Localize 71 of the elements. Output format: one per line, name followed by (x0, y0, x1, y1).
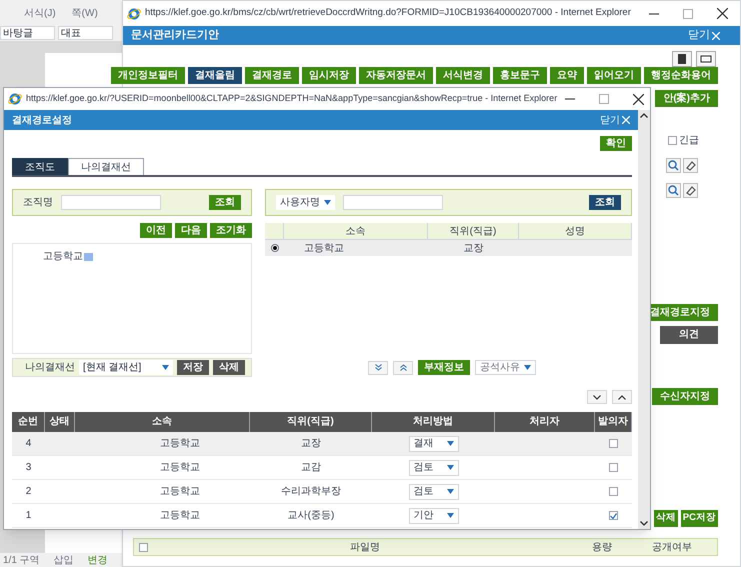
table-cell-text: 수리과학부장 (280, 485, 342, 499)
header-title: 결재경로설정 (12, 114, 72, 128)
column-header: 직위(직급) (428, 223, 519, 239)
toolbar-button[interactable]: 결재경로 (245, 67, 299, 84)
toolbar-button[interactable]: 자동저장문서 (359, 67, 433, 84)
column-header: 소속 (284, 223, 428, 239)
table-cell-text: 고등학교 (159, 461, 201, 475)
line-select[interactable]: [현재 결재선] (79, 360, 173, 375)
table-cell-text: 교장 (300, 437, 322, 451)
nav-button[interactable]: 조기화 (210, 223, 252, 238)
search-type-select[interactable]: 사용자명 (276, 195, 335, 210)
search-button[interactable]: 조회 (589, 195, 621, 210)
column-header: 용량 (591, 540, 613, 554)
style-select[interactable]: 대표 (58, 26, 113, 40)
action-button[interactable]: 삭제 (654, 510, 678, 527)
toolbar-button[interactable]: 읽어오기 (587, 67, 641, 84)
toolbar-button[interactable]: 개인정보필터 (111, 67, 185, 84)
column-header: 성명 (519, 223, 632, 239)
toolbar-button[interactable]: 홍보문구 (493, 67, 547, 84)
tab[interactable]: 나의결재선 (68, 158, 144, 175)
vacancy-select[interactable]: 공석사유 (475, 360, 536, 375)
table-cell-text: 3 (24, 461, 32, 475)
table-cell-text: 고등학교 (303, 242, 345, 256)
table-cell-text: 교장 (462, 242, 484, 256)
add-button[interactable]: 안(案)추가 (655, 90, 718, 107)
style-select[interactable]: 바탕글 (0, 26, 55, 40)
line-button[interactable]: 삭제 (213, 360, 245, 375)
method-select[interactable]: 검토 (408, 460, 458, 476)
nav-button[interactable]: 이전 (140, 223, 172, 238)
status-item: 변경 (88, 554, 108, 567)
window-title: https://klef.goe.go.kr/bms/cz/cb/wrt/retrieveDoccrdWritng.do?FORMID=J10CB193640000207000 - Internet Explorer (145, 6, 631, 20)
tree-node[interactable]: 고등학교 (43, 249, 83, 264)
table-cell-text: 고등학교 (159, 437, 201, 451)
table-row[interactable]: 고등학교 교장 (265, 240, 632, 256)
toolbar-button[interactable]: 서식변경 (436, 67, 490, 84)
table-cell-text: 1 (24, 509, 32, 523)
absence-button[interactable]: 부재정보 (418, 360, 470, 375)
toolbar-button[interactable]: 결재올림 (188, 67, 242, 84)
close-link[interactable]: 닫기 (600, 112, 630, 128)
menu-item[interactable]: 서식(J) (24, 6, 56, 20)
nav-button[interactable]: 다음 (175, 223, 207, 238)
status-item: 1/1 구역 (3, 554, 40, 567)
action-button[interactable]: PC저장 (680, 510, 718, 527)
method-select[interactable]: 결재 (408, 436, 458, 452)
table-header: 의견 (660, 326, 718, 344)
table-cell-text: 고등학교 (159, 485, 201, 499)
toolbar-button[interactable]: 요약 (550, 67, 584, 84)
urgent-label: 긴급 (679, 134, 699, 148)
toolbar-button[interactable]: 임시저장 (302, 67, 356, 84)
table-cell-text: 교사(중등) (286, 509, 336, 523)
tab[interactable]: 조직도 (12, 158, 68, 175)
menu-item[interactable]: 쪽(W) (72, 6, 98, 20)
field-label: 나의결재선 (25, 361, 75, 375)
table-cell-text: 4 (24, 437, 32, 451)
status-item: 삽입 (54, 554, 74, 567)
close-link[interactable]: 닫기 (688, 27, 720, 44)
window-title: https://klef.goe.go.kr/?USERID=moonbell00&CLTAPP=2&SIGNDEPTH=NaN&appType=sancgian&showRecp=true - Internet Explorer (26, 92, 558, 106)
table-cell-text: 2 (24, 485, 32, 499)
method-select[interactable]: 기안 (408, 508, 458, 524)
column-header: 공개여부 (651, 540, 693, 554)
confirm-button[interactable]: 확인 (600, 136, 632, 151)
search-button[interactable]: 조회 (209, 195, 241, 210)
toolbar-button[interactable]: 행정순화용어 (644, 67, 718, 84)
field-label: 조직명 (23, 196, 53, 210)
table-cell-text: 고등학교 (159, 509, 201, 523)
table-cell-text: 교감 (300, 461, 322, 475)
line-button[interactable]: 저장 (177, 360, 209, 375)
recipient-button[interactable]: 수신자지정 (652, 388, 718, 404)
header-title: 문서관리카드기안 (131, 28, 219, 44)
method-select[interactable]: 검토 (408, 484, 458, 500)
column-header: 파일명 (349, 540, 381, 554)
